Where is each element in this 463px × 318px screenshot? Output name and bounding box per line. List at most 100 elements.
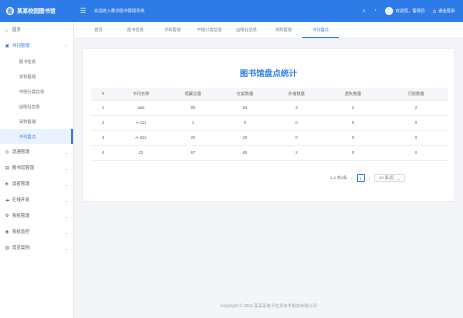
table-header-row: # 书刊名称 馆藏总量 在架数量 外借数量 遗失数量 污损数量 (91, 88, 448, 101)
pagination: 1-4 共4条 ‹ 1 › 10 条/页 ⌄ (330, 174, 406, 182)
page-size-value: 10 条/页 (379, 175, 394, 180)
table-cell: 2 (91, 115, 115, 131)
avatar (384, 7, 393, 15)
chevron-down-icon: ⌄ (64, 197, 68, 203)
chevron-down-icon: ⌄ (64, 213, 68, 219)
table-cell: 0 (322, 115, 384, 131)
chevron-down-icon: ⌄ (64, 149, 68, 155)
table-cell: 0 (271, 130, 322, 146)
sidebar-subitem-inventory[interactable]: 书刊盘点 (0, 129, 73, 144)
pagination-summary: 1-4 共4条 (330, 175, 348, 180)
logout-icon: ⏻ (432, 8, 437, 14)
table-cell: 2 (384, 100, 448, 116)
reader-icon: ◈ (5, 181, 9, 186)
table-cell: A-111 (115, 115, 167, 131)
table-cell: A-222 (115, 130, 167, 146)
sidebar-subitem-procurement[interactable]: 采购管理 (0, 114, 73, 129)
tab-subject-management[interactable]: 学科管理 (154, 22, 191, 38)
gear-icon: ⚙ (5, 213, 10, 218)
sidebar-item-online-development[interactable]: ☁ 在线开发 ⌄ (0, 192, 73, 208)
chevron-down-icon: ⌄ (396, 175, 401, 181)
table-cell: 0 (384, 145, 448, 161)
notification-bell-icon[interactable]: ◔ (374, 8, 377, 14)
table-cell: 3 (91, 130, 115, 146)
tab-publisher[interactable]: 出版社信息 (228, 22, 265, 38)
document-icon: ▥ (5, 245, 10, 250)
table-cell: 0 (271, 115, 322, 131)
sidebar-item-system-management[interactable]: ⚙ 系统管理 ⌄ (0, 208, 73, 224)
page-title: 图书馆盘点统计 (239, 69, 298, 78)
sidebar-item-reader-management[interactable]: ◈ 读者管理 ⌄ (0, 176, 73, 192)
column-header-borrowed: 外借数量 (271, 88, 322, 101)
sidebar-item-label: 常见案例 (12, 245, 30, 250)
sidebar-item-system-monitor[interactable]: ◉ 系统监控 ⌄ (0, 224, 73, 240)
column-header-damaged: 污损数量 (384, 88, 448, 101)
column-header-lost: 遗失数量 (322, 88, 384, 101)
current-page-button[interactable]: 1 (356, 174, 365, 182)
table-cell: 65 (219, 145, 271, 161)
table-row[interactable]: 2 A-111 1 0 0 0 0 (91, 115, 448, 131)
sidebar-subitem-book-info[interactable]: 图书信息 (0, 54, 73, 69)
tab-procurement[interactable]: 采购管理 (265, 22, 302, 38)
sidebar-subitem-subject-management[interactable]: 学科管理 (0, 69, 73, 84)
table-cell: 2 (322, 100, 384, 116)
sidebar-item-library-management[interactable]: ▤ 图书馆管理 ⌄ (0, 160, 73, 176)
sidebar-item-label: 流通管理 (12, 149, 30, 154)
chevron-left-icon[interactable]: ‹ (351, 176, 353, 181)
column-header-book-name: 书刊名称 (115, 88, 167, 101)
table-cell: 0 (219, 115, 271, 131)
page-tabs: 首页 图书信息 学科管理 中图分类信息 出版社信息 采购管理 书刊盘点 (74, 22, 463, 39)
sidebar-item-common-cases[interactable]: ▥ 常见案例 ⌄ (0, 240, 73, 256)
column-header-on-shelf: 在架数量 (219, 88, 271, 101)
table-cell: 4 (271, 100, 322, 116)
table-row[interactable]: 3 A-222 20 20 0 0 0 (91, 130, 448, 146)
table-cell: 0 (384, 130, 448, 146)
table-cell: 20 (167, 130, 219, 146)
sidebar-subitem-publisher[interactable]: 出版社信息 (0, 99, 73, 114)
sidebar-item-label: 在线开发 (12, 197, 30, 202)
table-row[interactable]: 4 22 67 65 2 0 0 (91, 145, 448, 161)
table-cell: 1 (167, 115, 219, 131)
table-cell: 90 (167, 100, 219, 116)
library-icon: ▤ (5, 165, 10, 170)
logout-button[interactable]: ⏻ 退出登录 (433, 8, 455, 14)
app-root: 图 某某校园图书馆 ☰ 欢迎进入教学图书管理系统 ⌕ ◔ 欢迎您，管理员 ⏻ 退… (0, 0, 463, 318)
search-icon[interactable]: ⌕ (363, 8, 366, 14)
sidebar: ⌂ 首页 ▣ 书刊管理 ⌃ 图书信息 学科管理 中图分类信息 出版社信息 采购管… (0, 22, 74, 318)
table-cell: 0 (322, 145, 384, 161)
table-cell: 84 (219, 100, 271, 116)
chevron-down-icon: ⌄ (64, 165, 68, 171)
sidebar-item-label: 读者管理 (12, 181, 30, 186)
sidebar-item-label: 系统管理 (12, 213, 30, 218)
brand[interactable]: 图 某某校园图书馆 (0, 0, 74, 22)
circulation-icon: ◎ (5, 149, 10, 154)
table-cell: 2 (271, 145, 322, 161)
sidebar-subitem-classification[interactable]: 中图分类信息 (0, 84, 73, 99)
column-header-index: # (91, 88, 115, 101)
tab-classification[interactable]: 中图分类信息 (191, 22, 228, 38)
tab-home[interactable]: 首页 (80, 22, 117, 38)
page-size-select[interactable]: 10 条/页 ⌄ (374, 174, 406, 182)
sidebar-item-label: 系统监控 (12, 229, 30, 234)
chevron-down-icon: ⌄ (64, 181, 68, 187)
menu-toggle-icon[interactable]: ☰ (80, 8, 86, 15)
inventory-table: # 书刊名称 馆藏总量 在架数量 外借数量 遗失数量 污损数量 1 aaa 90… (91, 88, 448, 161)
table-row[interactable]: 1 aaa 90 84 4 2 2 (91, 100, 448, 116)
sidebar-item-books[interactable]: ▣ 书刊管理 ⌃ (0, 38, 73, 54)
chevron-down-icon: ⌄ (64, 229, 68, 235)
top-right-actions: ⌕ ◔ 欢迎您，管理员 ⏻ 退出登录 (363, 7, 463, 15)
sidebar-item-home[interactable]: ⌂ 首页 (0, 22, 73, 38)
table-cell: 4 (91, 145, 115, 161)
tab-inventory[interactable]: 书刊盘点 (302, 22, 339, 38)
user-menu[interactable]: 欢迎您，管理员 (384, 7, 425, 15)
sidebar-item-circulation[interactable]: ◎ 流通管理 ⌄ (0, 144, 73, 160)
chevron-up-icon: ⌃ (64, 43, 68, 49)
table-cell: 67 (167, 145, 219, 161)
chevron-right-icon[interactable]: › (369, 176, 371, 181)
footer-copyright: Copyright © 2022 某某某电子信息技术服务有限公司 (220, 303, 317, 308)
top-bar: 图 某某校园图书馆 ☰ 欢迎进入教学图书管理系统 ⌕ ◔ 欢迎您，管理员 ⏻ 退… (0, 0, 463, 22)
chevron-down-icon: ⌄ (64, 245, 68, 251)
user-greeting: 欢迎您，管理员 (395, 8, 425, 13)
table-cell: 20 (219, 130, 271, 146)
tab-book-info[interactable]: 图书信息 (117, 22, 154, 38)
